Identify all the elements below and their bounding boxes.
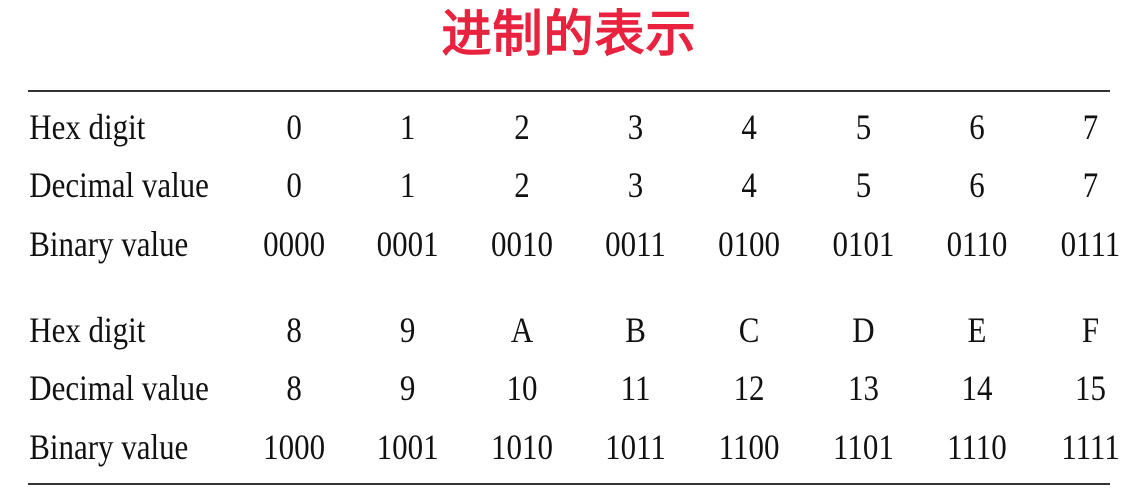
table-cell: 1 [399,165,416,205]
table-cell: 9 [399,368,416,408]
row-label: Binary value [29,224,189,264]
table-cell: 10 [506,368,538,408]
table-top-rule [28,90,1110,92]
table-cell: 4 [741,165,757,205]
table-cell: 1011 [605,427,666,467]
table-cell: 12 [733,368,765,408]
table-cell: 13 [847,368,879,408]
table-cell: B [625,310,646,350]
table-cell: E [967,310,987,350]
row-label: Decimal value [29,165,209,205]
table-cell: 1110 [947,427,1007,467]
table-cell: 1010 [491,427,553,467]
table-bottom-rule [28,483,1110,485]
table-row-hex-digit: Hex digit 8 9 A B C D E F [0,306,1099,354]
table-cell: 3 [627,165,644,205]
table-row-binary-value: Binary value 1000 1001 1010 1011 1100 11… [0,423,1119,471]
table-cell: D [852,310,875,350]
table-cell: 6 [969,165,985,205]
table-cell: 0101 [832,224,895,264]
table-cell: 14 [961,368,993,408]
table-cell: 1101 [833,427,894,467]
table-cell: F [1081,310,1100,350]
table-cell: 0011 [605,224,666,264]
table-cell: 11 [620,368,651,408]
table-cell: 7 [1082,107,1099,147]
row-label: Hex digit [29,310,146,350]
table-cell: 2 [514,107,530,147]
table-cell: 1 [399,107,416,147]
table-cell: 4 [741,107,757,147]
page-title: 进制的表示 [441,5,697,63]
table-cell: 8 [286,368,302,408]
table-cell: 0 [286,165,302,205]
table-cell: 1111 [1061,427,1120,467]
table-cell: 8 [286,310,302,350]
row-label: Binary value [29,427,189,467]
table-cell: 0110 [946,224,1008,264]
table-cell: C [738,310,760,350]
table-cell: 5 [855,165,872,205]
table-cell: 0001 [376,224,439,264]
table-row-decimal-value: Decimal value 8 9 10 11 12 13 14 15 [0,364,1106,412]
table-cell: 7 [1082,165,1099,205]
table-row-hex-digit: Hex digit 0 1 2 3 4 5 6 7 [0,103,1098,151]
table-cell: 0 [286,107,302,147]
table-cell: 0111 [1060,224,1121,264]
table-row-binary-value: Binary value 0000 0001 0010 0011 0100 01… [0,220,1120,268]
table-cell: 1000 [263,427,326,467]
table-cell: 9 [399,310,416,350]
table-cell: 0010 [491,224,553,264]
table-cell: 1001 [376,427,439,467]
row-label: Decimal value [29,368,209,408]
table-cell: 0100 [718,224,781,264]
row-label: Hex digit [29,107,146,147]
table-cell: A [510,310,534,350]
table-row-decimal-value: Decimal value 0 1 2 3 4 5 6 7 [0,161,1098,209]
table-cell: 2 [514,165,530,205]
table-cell: 6 [969,107,985,147]
table-cell: 0000 [263,224,326,264]
table-cell: 3 [627,107,644,147]
table-cell: 1100 [718,427,780,467]
table-cell: 15 [1075,368,1106,408]
table-cell: 5 [855,107,872,147]
